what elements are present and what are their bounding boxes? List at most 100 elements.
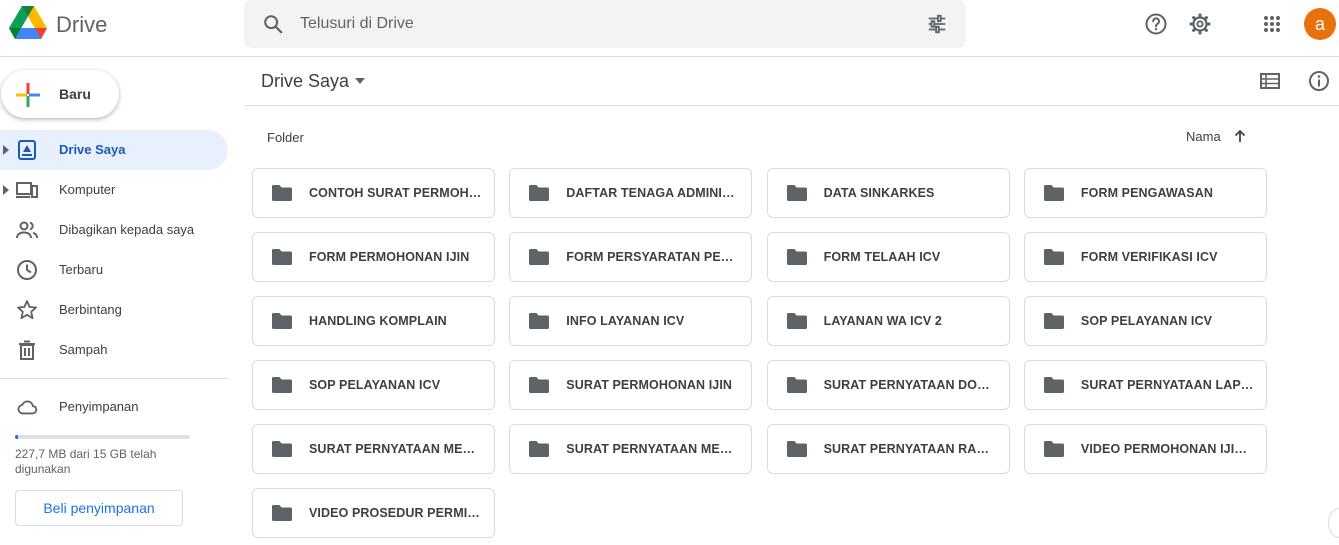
storage-usage-text: 227,7 MB dari 15 GB telah digunakan	[15, 447, 157, 476]
folder-name: SOP PELAYANAN ICV	[309, 378, 441, 392]
page-title[interactable]: Drive Saya	[261, 71, 349, 92]
sidebar-item-label: Penyimpanan	[59, 399, 139, 414]
folder-icon	[272, 249, 292, 265]
sidebar-item-label: Komputer	[59, 182, 116, 197]
new-button-label: Baru	[59, 86, 91, 102]
shared-icon	[16, 221, 38, 239]
sidebar-item-label: Drive Saya	[59, 142, 126, 157]
folder-name: FORM VERIFIKASI ICV	[1080, 250, 1218, 264]
clock-icon	[17, 260, 37, 280]
expand-caret-icon[interactable]	[2, 144, 10, 156]
search-options-icon[interactable]	[926, 13, 948, 35]
folder-item[interactable]: LAYANAN WA ICV 2	[766, 296, 1010, 346]
sidebar-item-storage[interactable]: Penyimpanan	[0, 387, 228, 427]
sidebar-item-shared-with-me[interactable]: Dibagikan kepada saya	[0, 210, 228, 250]
folder-item[interactable]: FORM PERSYARATAN PERMOHONAN	[509, 232, 753, 282]
folder-item[interactable]: SURAT PERNYATAAN MEMENUHI	[252, 424, 495, 474]
folder-icon	[786, 185, 807, 201]
plus-icon	[16, 83, 40, 107]
folder-name: FORM PERSYARATAN PERMOHONAN	[566, 250, 741, 264]
folder-icon	[272, 313, 292, 329]
folder-icon	[786, 249, 807, 265]
expand-caret-icon[interactable]	[2, 184, 10, 196]
folder-item[interactable]: SURAT PERNYATAAN RANTAI	[766, 424, 1010, 474]
folder-name: LAYANAN WA ICV 2	[823, 314, 942, 328]
folder-grid: CONTOH SURAT PERMOHONAN DAFTAR TENAGA ADM…	[252, 168, 1272, 538]
folder-item[interactable]: SURAT PERNYATAAN MEMILIKI	[509, 424, 753, 474]
folder-item[interactable]: INFO LAYANAN ICV	[509, 296, 753, 346]
folder-name: HANDLING KOMPLAIN	[309, 314, 447, 328]
folder-item[interactable]: FORM VERIFIKASI ICV	[1023, 232, 1267, 282]
search-icon[interactable]	[262, 13, 284, 35]
main-toolbar: Drive Saya	[244, 57, 1339, 106]
folder-icon	[786, 441, 807, 457]
storage-usage-fill	[15, 435, 18, 439]
folder-name: SURAT PERNYATAAN MEMILIKI	[566, 442, 741, 456]
sort-label[interactable]: Nama	[1186, 129, 1221, 144]
trash-icon	[19, 340, 35, 360]
folder-icon	[1043, 377, 1064, 393]
folder-name: SURAT PERMOHONAN IJIN	[566, 378, 733, 392]
folder-name: CONTOH SURAT PERMOHONAN	[309, 186, 483, 200]
sidebar-item-computers[interactable]: Komputer	[0, 170, 228, 210]
folder-icon	[1043, 249, 1064, 265]
sidebar-item-starred[interactable]: Berbintang	[0, 290, 228, 330]
folder-icon	[529, 313, 550, 329]
folder-item[interactable]: SURAT PERMOHONAN IJIN	[509, 360, 753, 410]
list-view-icon[interactable]	[1260, 71, 1280, 91]
folder-name: DAFTAR TENAGA ADMINISTRASI	[566, 186, 740, 200]
folder-item[interactable]: SURAT PERNYATAAN LAPORAN	[1023, 360, 1267, 410]
folder-icon	[529, 377, 550, 393]
folder-item[interactable]: SURAT PERNYATAAN DOKTER	[766, 360, 1010, 410]
buy-storage-button[interactable]: Beli penyimpanan	[15, 490, 183, 526]
help-icon[interactable]	[1144, 12, 1168, 36]
folder-item[interactable]: HANDLING KOMPLAIN	[252, 296, 495, 346]
folder-item[interactable]: VIDEO PERMOHONAN IJIN ICV	[1023, 424, 1267, 474]
sidebar-item-label: Sampah	[59, 342, 108, 357]
cloud-icon	[17, 400, 38, 415]
folder-item[interactable]: FORM PERMOHONAN IJIN	[252, 232, 495, 282]
storage-usage-bar	[15, 435, 190, 439]
apps-grid-icon[interactable]	[1260, 12, 1284, 36]
folder-item[interactable]: SOP PELAYANAN ICV	[1023, 296, 1267, 346]
new-button[interactable]: Baru	[1, 70, 119, 118]
folder-item[interactable]: FORM PENGAWASAN	[1023, 168, 1267, 218]
folder-name: SOP PELAYANAN ICV	[1080, 314, 1213, 328]
folder-icon	[1043, 185, 1064, 201]
dropdown-caret-icon[interactable]	[354, 77, 366, 85]
folder-item[interactable]: CONTOH SURAT PERMOHONAN	[252, 168, 495, 218]
folder-item[interactable]: FORM TELAAH ICV	[766, 232, 1010, 282]
scroll-handle[interactable]	[1328, 508, 1339, 538]
folder-item[interactable]: DAFTAR TENAGA ADMINISTRASI	[509, 168, 753, 218]
folder-name: SURAT PERNYATAAN MEMENUHI	[309, 442, 483, 456]
folder-name: SURAT PERNYATAAN LAPORAN	[1080, 378, 1255, 392]
folder-icon	[529, 249, 550, 265]
folder-name: FORM TELAAH ICV	[823, 250, 941, 264]
folder-item[interactable]: DATA SINKARKES	[766, 168, 1010, 218]
my-drive-icon	[18, 140, 36, 160]
settings-gear-icon[interactable]	[1188, 12, 1212, 36]
folder-name: VIDEO PROSEDUR PERMINTAAN	[309, 506, 483, 520]
search-input[interactable]	[300, 10, 900, 38]
folder-name: FORM PERMOHONAN IJIN	[309, 250, 470, 264]
sidebar-item-my-drive[interactable]: Drive Saya	[0, 130, 228, 170]
folder-icon	[272, 441, 292, 457]
computer-icon	[16, 182, 38, 198]
folder-section-label: Folder	[267, 130, 304, 145]
sidebar-item-label: Terbaru	[59, 262, 104, 277]
sidebar-item-label: Berbintang	[59, 302, 122, 317]
sidebar-item-recent[interactable]: Terbaru	[0, 250, 228, 290]
info-icon[interactable]	[1308, 70, 1330, 92]
folder-item[interactable]: VIDEO PROSEDUR PERMINTAAN	[252, 488, 495, 538]
sidebar-divider	[0, 378, 228, 379]
folder-icon	[1043, 441, 1064, 457]
account-avatar[interactable]: a	[1304, 8, 1336, 40]
app-name[interactable]: Drive	[56, 12, 107, 38]
folder-icon	[529, 185, 550, 201]
sidebar-item-label: Dibagikan kepada saya	[59, 222, 195, 237]
drive-logo-icon[interactable]	[9, 6, 47, 40]
folder-name: INFO LAYANAN ICV	[566, 314, 685, 328]
folder-item[interactable]: SOP PELAYANAN ICV	[252, 360, 495, 410]
arrow-up-icon[interactable]	[1232, 128, 1248, 144]
sidebar-item-trash[interactable]: Sampah	[0, 330, 228, 370]
